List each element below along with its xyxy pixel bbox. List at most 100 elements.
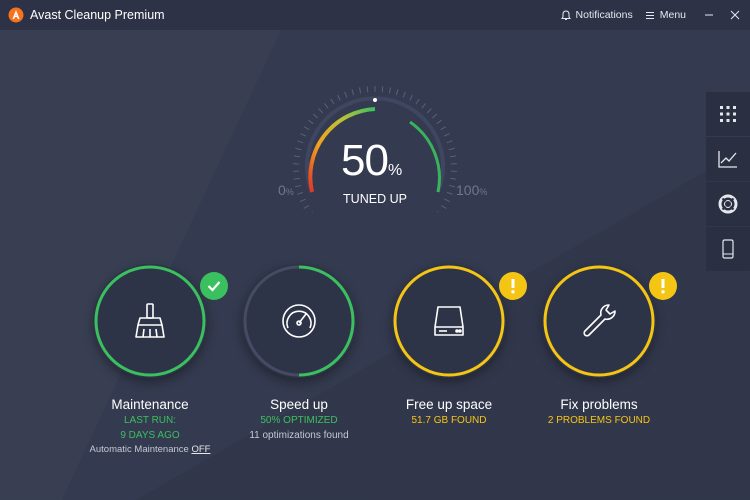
speed-up-title: Speed up xyxy=(270,397,328,412)
gauge-tick xyxy=(440,205,447,209)
gauge-tick xyxy=(402,91,406,98)
gauge-tick xyxy=(337,94,341,101)
close-button[interactable] xyxy=(724,0,746,30)
speed-up-optimizations-found: 11 optimizations found xyxy=(249,430,349,441)
gauge-tick xyxy=(426,108,432,114)
gauge-tick xyxy=(330,98,335,105)
grid-icon xyxy=(720,106,736,122)
gauge-label: TUNED UP xyxy=(343,192,407,206)
gauge-tick xyxy=(436,119,442,125)
gauge-value: 50% xyxy=(341,139,421,183)
gauge-tick xyxy=(295,147,302,151)
ok-status-badge xyxy=(200,272,228,300)
gauge-tick xyxy=(444,198,451,202)
maintenance-last-run-value: 9 DAYS AGO xyxy=(120,430,180,441)
gauge-tick xyxy=(395,89,399,96)
gauge-tick xyxy=(344,91,348,98)
warning-status-badge xyxy=(499,272,527,300)
gauge-min-label: 0% xyxy=(278,182,294,198)
fix-problems-button[interactable] xyxy=(542,264,677,378)
gauge-tick xyxy=(324,103,329,109)
gauge-tick xyxy=(312,113,319,119)
menu-button[interactable]: Menu xyxy=(645,9,686,21)
checkmark-icon xyxy=(207,281,221,292)
app-title: Avast Cleanup Premium xyxy=(30,8,165,22)
gauge-tick xyxy=(446,140,453,144)
gauge-max-value: 100 xyxy=(456,182,480,198)
hamburger-icon xyxy=(645,11,654,19)
gauge-tick xyxy=(388,87,391,94)
gauge-tick xyxy=(300,133,307,137)
gauge-tick xyxy=(443,133,450,137)
gauge-max-unit: % xyxy=(479,187,488,197)
gauge-tick xyxy=(297,140,304,144)
bell-icon xyxy=(560,9,571,20)
gauge-tick xyxy=(366,86,369,93)
speed-up-button[interactable] xyxy=(242,264,356,378)
notifications-label: Notifications xyxy=(575,9,633,21)
chart-icon xyxy=(718,151,737,168)
maintenance-title: Maintenance xyxy=(111,397,189,412)
gauge-number: 50 xyxy=(341,136,389,185)
maintenance-last-run-label: LAST RUN: xyxy=(123,415,177,426)
fix-problems-title: Fix problems xyxy=(560,397,638,412)
gauge-marker xyxy=(373,98,377,102)
avast-logo-icon xyxy=(8,7,24,23)
lifebuoy-icon xyxy=(718,194,738,214)
mobile-button[interactable] xyxy=(706,227,750,271)
free-up-space-title: Free up space xyxy=(405,397,493,412)
help-button[interactable] xyxy=(706,182,750,226)
gauge-tick xyxy=(440,126,447,131)
phone-icon xyxy=(722,239,734,259)
maintenance-button[interactable] xyxy=(93,264,228,378)
wrench-icon xyxy=(583,304,616,337)
side-panel xyxy=(706,92,750,272)
hard-drive-icon xyxy=(434,306,464,336)
gauge-tick xyxy=(297,191,304,195)
notifications-button[interactable]: Notifications xyxy=(560,9,633,21)
gauge-tick xyxy=(448,184,455,188)
gauge-tick xyxy=(318,108,324,114)
gauge-min-value: 0 xyxy=(278,182,286,198)
fix-problems-found: 2 PROBLEMS FOUND xyxy=(547,415,651,426)
title-bar: Avast Cleanup Premium Notifications Menu xyxy=(0,0,750,30)
menu-label: Menu xyxy=(659,9,686,21)
gauge-tick xyxy=(431,113,438,119)
free-up-space-found: 51.7 GB FOUND xyxy=(411,415,487,426)
warning-status-badge xyxy=(649,272,677,300)
gauge-tick xyxy=(448,147,455,151)
performance-chart-button[interactable] xyxy=(706,137,750,181)
minimize-button[interactable] xyxy=(698,0,720,30)
broom-icon xyxy=(135,303,165,338)
automatic-maintenance-toggle-link[interactable]: OFF xyxy=(191,444,210,455)
gauge-tick xyxy=(446,191,453,195)
gauge-tick xyxy=(303,126,310,131)
speed-up-optimized: 50% OPTIMIZED xyxy=(260,415,338,426)
gauge-min-unit: % xyxy=(285,187,294,197)
automatic-maintenance-text: Automatic Maintenance OFF xyxy=(55,444,245,455)
automatic-maintenance-label: Automatic Maintenance xyxy=(89,444,189,455)
all-tools-button[interactable] xyxy=(706,92,750,136)
exclamation-icon xyxy=(661,279,665,294)
gauge-tick xyxy=(415,98,420,105)
gauge-tick xyxy=(450,177,457,180)
exclamation-icon xyxy=(511,279,515,294)
gauge-tick xyxy=(381,86,384,93)
gauge-tick xyxy=(359,87,362,94)
speedometer-icon xyxy=(282,304,316,338)
gauge-tick xyxy=(293,177,300,180)
gauge-tick xyxy=(308,119,314,125)
gauge-tick xyxy=(409,94,413,101)
minimize-icon xyxy=(705,14,713,16)
gauge-tick xyxy=(351,89,355,96)
gauge-max-label: 100% xyxy=(456,182,487,198)
gauge-tick xyxy=(303,205,310,209)
gauge-tick xyxy=(450,155,457,158)
gauge-tick xyxy=(421,103,426,109)
close-icon xyxy=(730,10,740,20)
gauge-tick xyxy=(295,184,302,188)
gauge-tick xyxy=(293,155,300,158)
free-up-space-button[interactable] xyxy=(392,264,527,378)
gauge-tick xyxy=(299,198,306,202)
gauge-percent-sign: % xyxy=(387,162,403,179)
